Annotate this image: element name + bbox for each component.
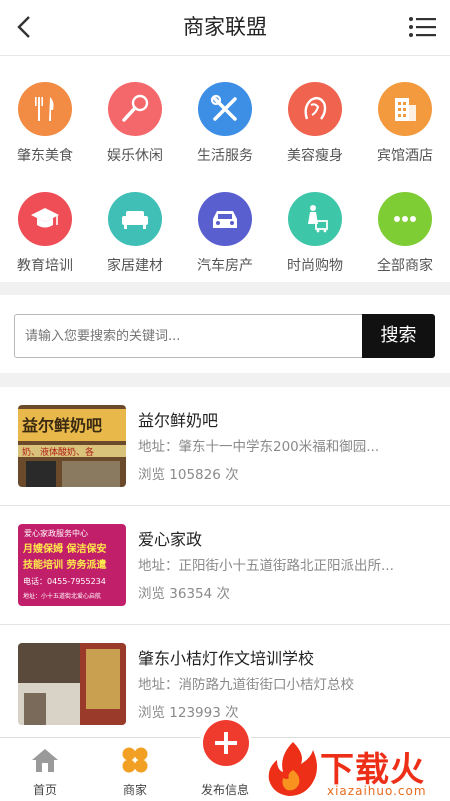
category-education[interactable]: 教育培训 [0, 166, 90, 274]
page-title: 商家联盟 [183, 15, 267, 39]
merchant-photo: 爱心家政服务中心 月嫂保姆 保洁保安 技能培训 劳务派遣 电话：0455-795… [18, 524, 126, 606]
category-label: 汽车房产 [197, 258, 253, 274]
building-icon [378, 82, 432, 136]
sign-text: 爱心家政服务中心 [24, 528, 88, 538]
sign-text: 电话：0455-7955234 [23, 576, 106, 586]
category-shopping[interactable]: 时尚购物 [270, 166, 360, 274]
category-label: 宾馆酒店 [377, 148, 433, 164]
flame-icon [268, 742, 317, 796]
cutlery-icon [18, 82, 72, 136]
category-home[interactable]: 家居建材 [90, 166, 180, 274]
category-services[interactable]: 生活服务 [180, 56, 270, 164]
woman-face-icon [288, 82, 342, 136]
category-hotel[interactable]: 宾馆酒店 [360, 56, 450, 164]
tools-icon [198, 82, 252, 136]
search-button[interactable]: 搜索 [362, 314, 435, 358]
merchant-address: 地址：消防路九道街街口小桔灯总校 [138, 677, 354, 693]
category-food[interactable]: 肇东美食 [0, 56, 90, 164]
merchant-list: 益尔鲜奶吧 奶、液体酸奶、各 益尔鲜奶吧 地址：肇东十一中学东200米福和御园.… [0, 387, 450, 737]
view-count: 浏览 105826 次 [138, 467, 239, 483]
tab-merchants[interactable]: 商家 [90, 738, 180, 801]
tab-label: 发布信息 [200, 783, 249, 797]
sign-text: 技能培训 劳务派遣 [23, 558, 106, 571]
sign-text: 奶、液体酸奶、各 [22, 446, 94, 458]
category-label: 生活服务 [197, 148, 253, 164]
microphone-icon [108, 82, 162, 136]
home-icon [32, 749, 58, 772]
car-icon [198, 192, 252, 246]
category-label: 家居建材 [107, 258, 163, 274]
category-beauty[interactable]: 美容瘦身 [270, 56, 360, 164]
category-label: 美容瘦身 [287, 148, 343, 164]
sofa-icon [108, 192, 162, 246]
watermark-url: xiazaihuo.com [327, 784, 427, 798]
view-count: 浏览 123993 次 [138, 705, 239, 721]
list-menu-icon[interactable] [408, 14, 436, 40]
top-bar: 商家联盟 [0, 0, 450, 56]
merchant-address: 地址：肇东十一中学东200米福和御园... [138, 439, 380, 455]
tab-home[interactable]: 首页 [0, 738, 90, 801]
merchant-photo: 益尔鲜奶吧 奶、液体酸奶、各 [18, 405, 126, 487]
view-count: 浏览 36354 次 [138, 586, 231, 602]
merchant-address: 地址：正阳街小十五道街路北正阳派出所... [138, 558, 394, 574]
search-bar: 搜索 [0, 295, 450, 373]
list-item[interactable]: 爱心家政服务中心 月嫂保姆 保洁保安 技能培训 劳务派遣 电话：0455-795… [0, 506, 450, 625]
shopping-cart-icon [288, 192, 342, 246]
plus-icon [215, 732, 237, 754]
category-entertainment[interactable]: 娱乐休闲 [90, 56, 180, 164]
sign-text: 益尔鲜奶吧 [22, 416, 102, 435]
category-label: 时尚购物 [287, 258, 343, 274]
search-input[interactable] [14, 314, 362, 358]
category-all[interactable]: 全部商家 [360, 166, 450, 274]
category-auto[interactable]: 汽车房产 [180, 166, 270, 274]
merchant-photo [18, 643, 126, 725]
merchant-name: 肇东小桔灯作文培训学校 [138, 649, 315, 668]
merchant-name: 益尔鲜奶吧 [138, 411, 219, 430]
merchant-name: 爱心家政 [138, 530, 203, 549]
tab-label: 首页 [32, 783, 57, 797]
sign-text: 地址：小十五道街北爱心启航 [23, 592, 101, 600]
category-label: 全部商家 [377, 258, 433, 274]
clover-icon [122, 747, 148, 773]
list-item[interactable]: 益尔鲜奶吧 奶、液体酸奶、各 益尔鲜奶吧 地址：肇东十一中学东200米福和御园.… [0, 387, 450, 506]
category-label: 娱乐休闲 [107, 148, 163, 164]
category-label: 肇东美食 [17, 148, 73, 164]
watermark-logo: 下载火 xiazaihuo.com [265, 740, 450, 800]
graduation-cap-icon [18, 192, 72, 246]
category-grid: 肇东美食 娱乐休闲 生活服务 美容瘦身 宾馆酒店 教育培训 家居建材 汽车房产 … [0, 56, 450, 282]
sign-text: 月嫂保姆 保洁保安 [22, 542, 106, 555]
more-dots-icon [378, 192, 432, 246]
category-label: 教育培训 [17, 258, 73, 274]
tab-label: 商家 [122, 783, 147, 797]
post-info-button[interactable] [203, 720, 249, 766]
